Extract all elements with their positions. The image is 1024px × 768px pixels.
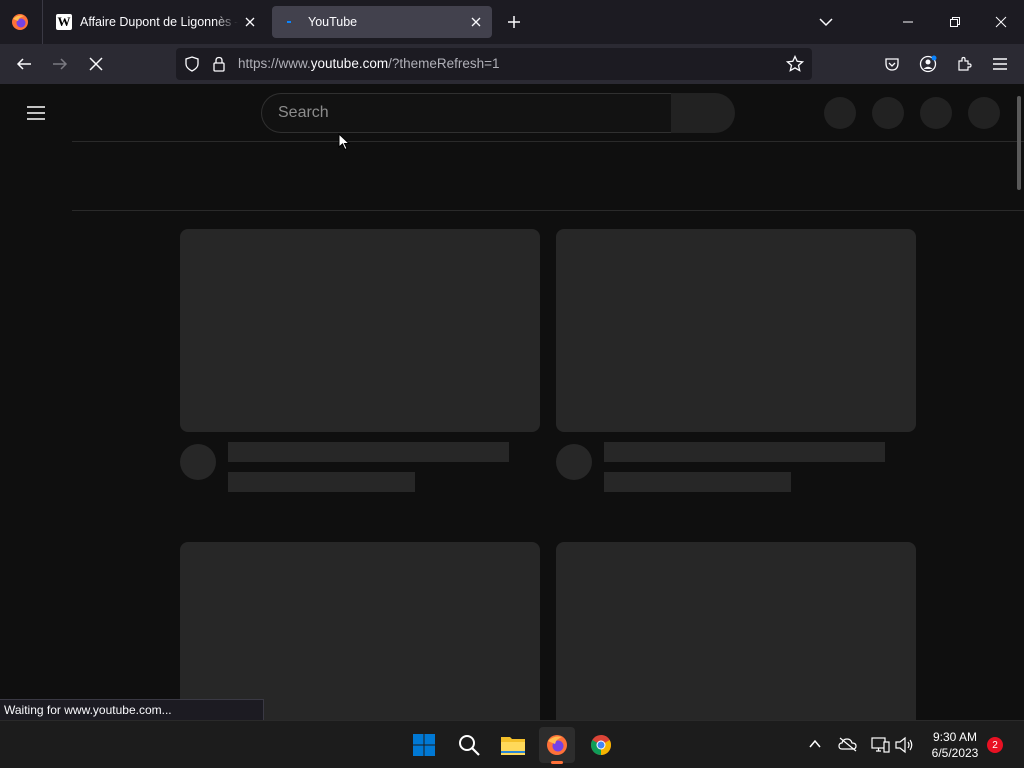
system-clock[interactable]: 9:30 AM 6/5/2023 xyxy=(922,729,988,761)
loading-throbber-icon xyxy=(284,14,300,30)
minimize-window-icon[interactable] xyxy=(896,10,920,34)
forward-arrow-icon[interactable] xyxy=(46,50,74,78)
account-icon[interactable] xyxy=(914,50,942,78)
active-app-indicator xyxy=(551,761,563,764)
header-button-placeholder[interactable] xyxy=(920,97,952,129)
start-windows-icon[interactable] xyxy=(406,727,442,763)
search-placeholder: Search xyxy=(278,104,329,121)
video-thumbnail-skeleton xyxy=(180,542,540,720)
video-title-skeleton xyxy=(228,442,509,462)
video-meta-skeleton xyxy=(604,472,791,492)
url-text: https://www.youtube.com/?themeRefresh=1 xyxy=(238,56,500,71)
pocket-icon[interactable] xyxy=(878,50,906,78)
search-button[interactable] xyxy=(671,93,735,133)
back-arrow-icon[interactable] xyxy=(10,50,38,78)
page-scrollbar[interactable] xyxy=(1017,96,1021,190)
url-host: youtube.com xyxy=(310,56,389,71)
volume-speaker-icon[interactable] xyxy=(894,736,914,759)
restore-window-icon[interactable] xyxy=(943,10,967,34)
tab-title: YouTube xyxy=(308,15,358,29)
chrome-icon[interactable] xyxy=(583,727,619,763)
tab-bar: W Affaire Dupont de Ligonnès — W YouTube xyxy=(0,0,1024,44)
network-icon[interactable] xyxy=(870,736,890,759)
close-window-icon[interactable] xyxy=(989,10,1013,34)
bookmark-star-icon[interactable] xyxy=(785,54,805,78)
header-button-placeholder[interactable] xyxy=(824,97,856,129)
video-thumbnail-skeleton xyxy=(556,229,916,432)
wikipedia-favicon-icon: W xyxy=(56,14,72,30)
search-input[interactable]: Search xyxy=(261,93,671,133)
stop-loading-icon[interactable] xyxy=(82,50,110,78)
video-thumbnail-skeleton xyxy=(180,229,540,432)
header-divider xyxy=(72,141,1024,142)
video-thumbnail-skeleton xyxy=(556,542,916,720)
tracking-protection-shield-icon[interactable] xyxy=(184,56,200,77)
guide-menu-icon[interactable] xyxy=(24,102,48,124)
firefox-taskbar-icon[interactable] xyxy=(539,727,575,764)
firefox-view-icon[interactable] xyxy=(10,12,30,32)
channel-avatar-skeleton xyxy=(180,444,216,480)
close-tab-icon[interactable] xyxy=(238,10,262,34)
show-hidden-icons-chevron-up-icon[interactable] xyxy=(808,737,822,756)
tab-youtube[interactable]: YouTube xyxy=(272,6,492,38)
chips-divider xyxy=(72,210,1024,211)
url-prefix: https://www. xyxy=(238,56,311,71)
extensions-puzzle-icon[interactable] xyxy=(950,50,978,78)
windows-taskbar: 9:30 AM 6/5/2023 2 xyxy=(0,720,1024,768)
header-button-placeholder[interactable] xyxy=(872,97,904,129)
tab-separator xyxy=(42,0,43,44)
status-panel: Waiting for www.youtube.com... xyxy=(0,699,264,720)
video-title-skeleton xyxy=(604,442,885,462)
file-explorer-folder-icon[interactable] xyxy=(495,727,531,763)
video-meta-skeleton xyxy=(228,472,415,492)
clock-date: 6/5/2023 xyxy=(931,746,979,760)
list-all-tabs-chevron-down-icon[interactable] xyxy=(814,10,838,34)
padlock-icon[interactable] xyxy=(212,56,226,77)
youtube-page: Search xyxy=(0,84,1024,720)
onedrive-offline-cloud-icon[interactable] xyxy=(838,736,858,757)
url-path: /?themeRefresh=1 xyxy=(388,56,500,71)
avatar-placeholder[interactable] xyxy=(968,97,1000,129)
tab-title: Affaire Dupont de Ligonnès — W xyxy=(80,15,238,29)
new-tab-plus-icon[interactable] xyxy=(502,10,526,34)
clock-time: 9:30 AM xyxy=(932,730,978,744)
tab-wikipedia[interactable]: W Affaire Dupont de Ligonnès — W xyxy=(44,6,266,38)
close-tab-icon[interactable] xyxy=(464,10,488,34)
navigation-toolbar: https://www.youtube.com/?themeRefresh=1 xyxy=(0,44,1024,84)
search-icon[interactable] xyxy=(451,727,487,763)
hamburger-menu-icon[interactable] xyxy=(986,50,1014,78)
address-bar[interactable]: https://www.youtube.com/?themeRefresh=1 xyxy=(176,48,812,80)
mouse-cursor-icon xyxy=(338,132,351,156)
channel-avatar-skeleton xyxy=(556,444,592,480)
notification-count-badge[interactable]: 2 xyxy=(987,737,1003,753)
